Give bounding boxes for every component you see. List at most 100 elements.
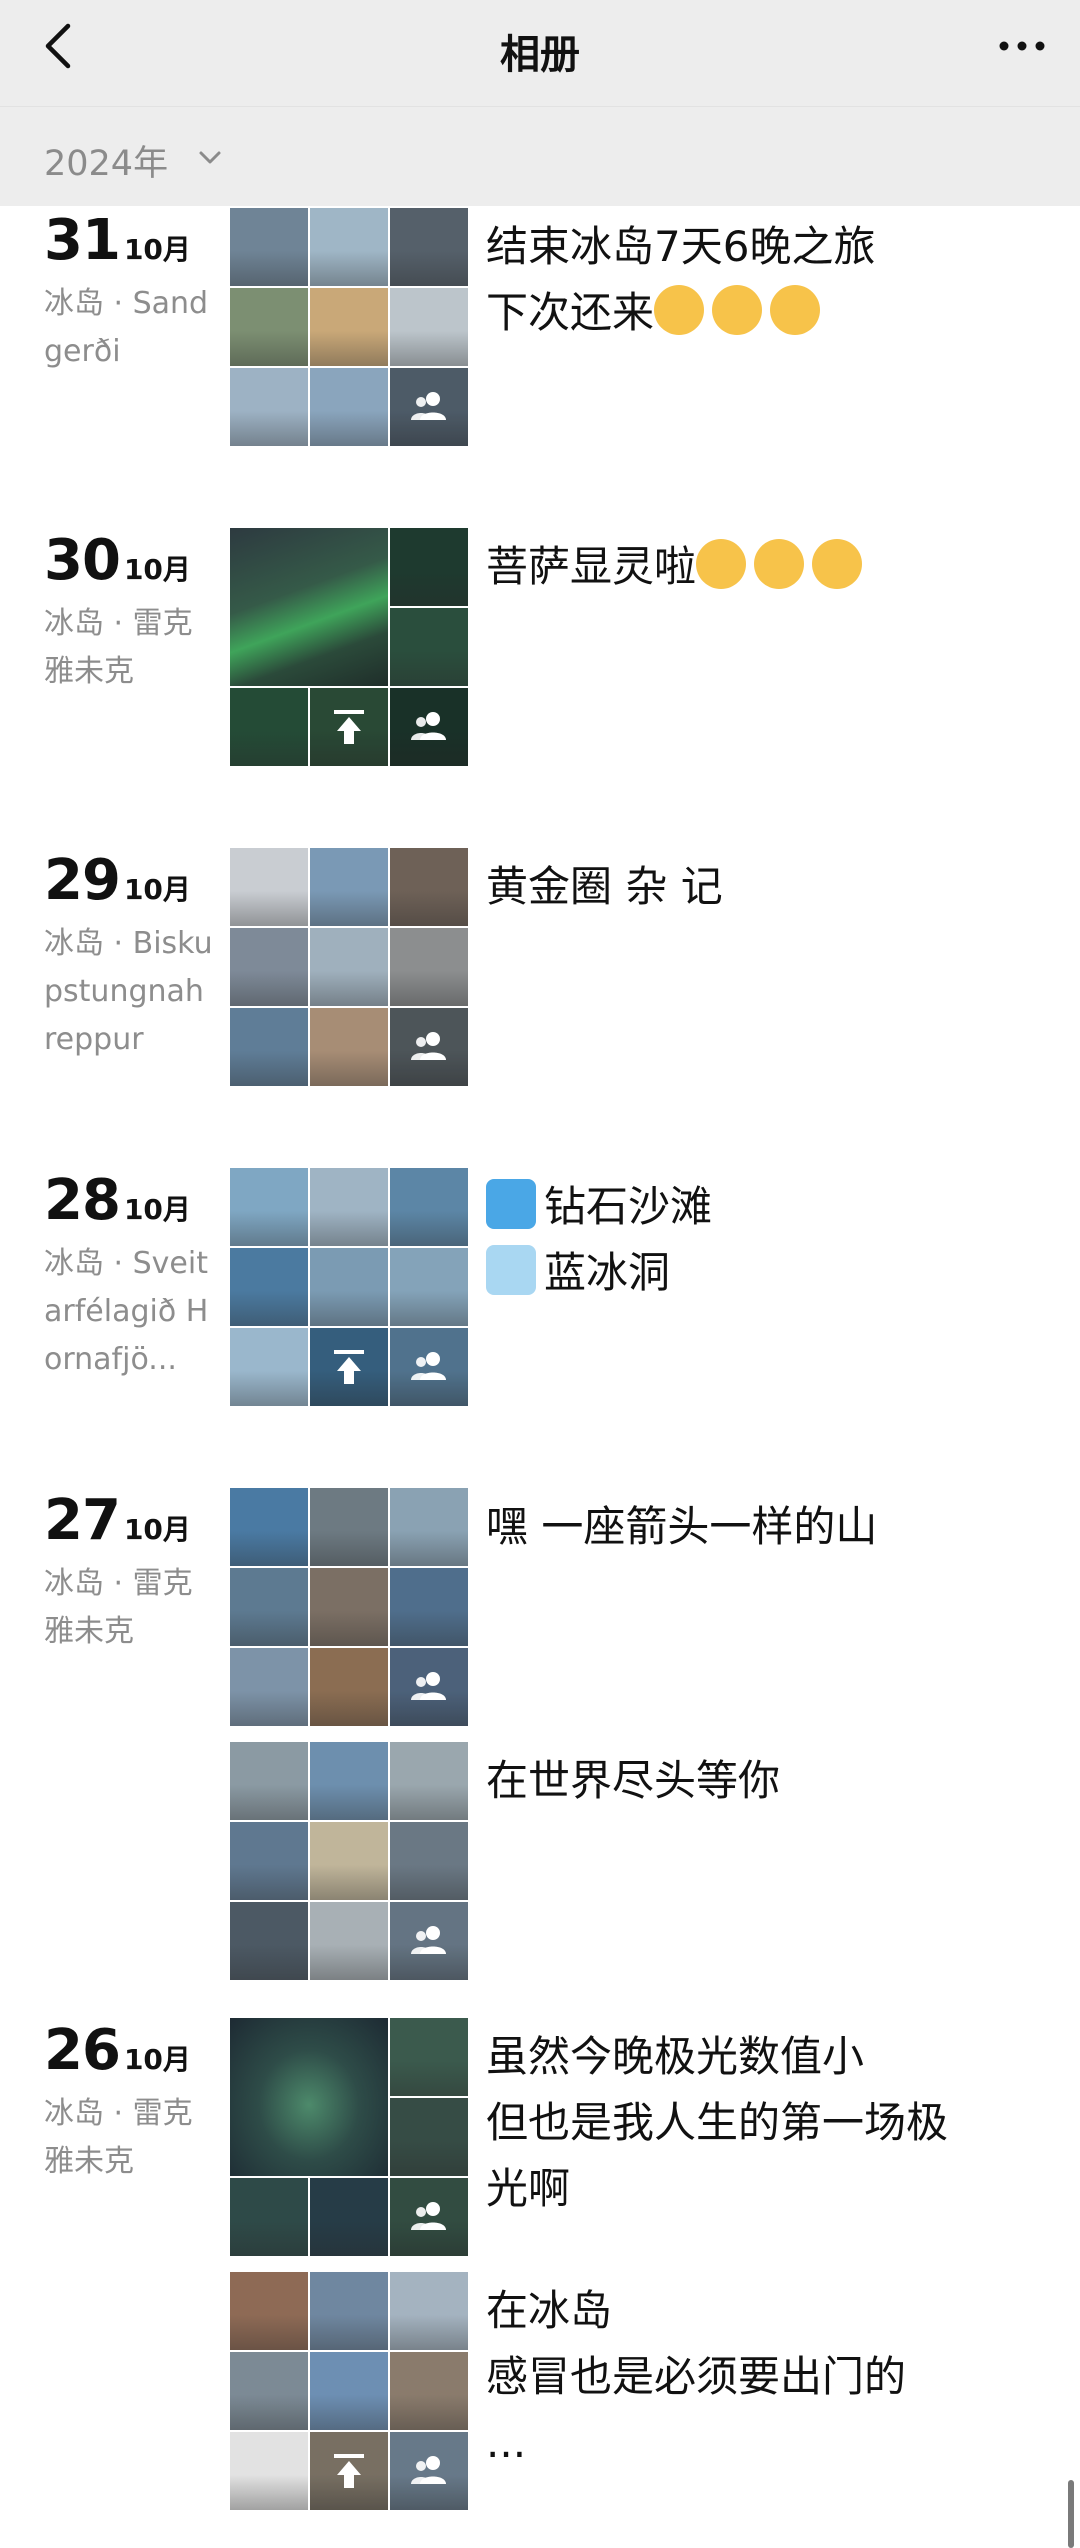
photo-thumbnail[interactable] xyxy=(390,2098,468,2176)
photo-thumbnail[interactable] xyxy=(310,2272,388,2350)
photo-thumbnail[interactable] xyxy=(310,848,388,926)
photo-thumbnail[interactable] xyxy=(390,2178,468,2256)
photo-thumbnail[interactable] xyxy=(230,528,388,686)
more-button[interactable] xyxy=(992,18,1052,74)
photo-thumbnail[interactable] xyxy=(230,1902,308,1980)
photo-thumbnail[interactable] xyxy=(310,2432,388,2510)
year-filter-bar[interactable]: 2024年 xyxy=(0,106,1080,206)
entry-date: 26 10月 xyxy=(44,2018,191,2083)
year-filter-label[interactable]: 2024年 xyxy=(44,135,168,186)
photo-thumbnail[interactable] xyxy=(230,1648,308,1726)
photo-thumbnail[interactable] xyxy=(310,688,388,766)
photo-thumbnail[interactable] xyxy=(390,1488,468,1566)
photo-thumbnail[interactable] xyxy=(230,368,308,446)
photo-thumbnail[interactable] xyxy=(390,688,468,766)
entry-location: 冰岛 · 雷克雅未克 xyxy=(44,1566,193,1649)
page-title: 相册 xyxy=(500,32,580,78)
photo-thumbnail[interactable] xyxy=(230,1328,308,1406)
photo-thumbnail[interactable] xyxy=(310,1648,388,1726)
photo-thumbnail[interactable] xyxy=(390,1568,468,1646)
post-caption[interactable]: 在冰岛 感冒也是必须要出门的... xyxy=(486,2278,1006,2476)
photo-thumbnail[interactable] xyxy=(230,2178,308,2256)
post-caption[interactable]: 在世界尽头等你 xyxy=(486,1748,1006,1814)
photo-thumbnail[interactable] xyxy=(310,1568,388,1646)
photo-thumbnail[interactable] xyxy=(310,208,388,286)
photo-thumbnail[interactable] xyxy=(230,1822,308,1900)
photo-thumbnail[interactable] xyxy=(230,2432,308,2510)
photo-thumbnail[interactable] xyxy=(390,2352,468,2430)
group-badge xyxy=(390,1648,468,1726)
group-badge xyxy=(390,1328,468,1406)
photo-thumbnail[interactable] xyxy=(390,368,468,446)
photo-thumbnail[interactable] xyxy=(230,928,308,1006)
photo-thumbnail[interactable] xyxy=(310,1248,388,1326)
chevron-down-icon[interactable] xyxy=(196,143,224,171)
photo-thumbnail[interactable] xyxy=(230,848,308,926)
photo-thumbnail[interactable] xyxy=(310,2178,388,2256)
photo-thumbnail[interactable] xyxy=(390,608,468,686)
photo-thumbnail[interactable] xyxy=(390,1008,468,1086)
photo-thumbnail[interactable] xyxy=(230,288,308,366)
photo-grid[interactable] xyxy=(230,528,468,766)
scrollbar-thumb[interactable] xyxy=(1068,2480,1074,2548)
photo-thumbnail[interactable] xyxy=(230,2352,308,2430)
photo-thumbnail[interactable] xyxy=(230,1488,308,1566)
photo-thumbnail[interactable] xyxy=(230,1568,308,1646)
post-caption[interactable]: 虽然今晚极光数值小 但也是我人生的第一场极 光啊 xyxy=(486,2024,1006,2222)
caption-line: ... xyxy=(486,2418,527,2467)
photo-thumbnail[interactable] xyxy=(390,1168,468,1246)
photo-thumbnail[interactable] xyxy=(390,1648,468,1726)
group-badge xyxy=(390,2432,468,2510)
photo-thumbnail[interactable] xyxy=(310,368,388,446)
photo-thumbnail[interactable] xyxy=(390,2018,468,2096)
photo-thumbnail[interactable] xyxy=(390,1248,468,1326)
photo-grid[interactable] xyxy=(230,2018,468,2256)
photo-thumbnail[interactable] xyxy=(310,1822,388,1900)
post-caption[interactable]: 菩萨显灵啦 xyxy=(486,534,1006,600)
entry-date: 30 10月 xyxy=(44,528,191,593)
photo-thumbnail[interactable] xyxy=(230,1008,308,1086)
photo-thumbnail[interactable] xyxy=(230,1248,308,1326)
photo-thumbnail[interactable] xyxy=(390,1902,468,1980)
photo-grid[interactable] xyxy=(230,1742,468,1980)
photo-thumbnail[interactable] xyxy=(310,1008,388,1086)
photo-thumbnail[interactable] xyxy=(310,1168,388,1246)
photo-thumbnail[interactable] xyxy=(390,1822,468,1900)
post-caption[interactable]: 嘿 一座箭头一样的山 xyxy=(486,1494,1006,1560)
photo-thumbnail[interactable] xyxy=(310,1742,388,1820)
photo-thumbnail[interactable] xyxy=(230,1168,308,1246)
photo-thumbnail[interactable] xyxy=(310,288,388,366)
photo-grid[interactable] xyxy=(230,848,468,1086)
photo-thumbnail[interactable] xyxy=(310,2352,388,2430)
caption-line: 光啊 xyxy=(486,2164,571,2213)
photo-thumbnail[interactable] xyxy=(390,1742,468,1820)
photo-thumbnail[interactable] xyxy=(230,2018,388,2176)
photo-thumbnail[interactable] xyxy=(310,928,388,1006)
photo-thumbnail[interactable] xyxy=(390,848,468,926)
group-badge xyxy=(390,1902,468,1980)
photo-thumbnail[interactable] xyxy=(390,1328,468,1406)
photo-thumbnail[interactable] xyxy=(230,1742,308,1820)
post-caption[interactable]: 结束冰岛7天6晚之旅 下次还来 xyxy=(486,214,1006,346)
photo-grid[interactable] xyxy=(230,1168,468,1406)
entry-location: 冰岛 · 雷克雅未克 xyxy=(44,2096,193,2179)
photo-thumbnail[interactable] xyxy=(230,688,308,766)
photo-grid[interactable] xyxy=(230,1488,468,1726)
photo-thumbnail[interactable] xyxy=(390,928,468,1006)
photo-thumbnail[interactable] xyxy=(390,2432,468,2510)
photo-grid[interactable] xyxy=(230,2272,468,2510)
photo-thumbnail[interactable] xyxy=(390,2272,468,2350)
photo-thumbnail[interactable] xyxy=(390,208,468,286)
photo-thumbnail[interactable] xyxy=(230,208,308,286)
photo-thumbnail[interactable] xyxy=(310,1328,388,1406)
entry-month: 10月 xyxy=(123,1513,191,1546)
photo-thumbnail[interactable] xyxy=(310,1902,388,1980)
post-caption[interactable]: 黄金圈 杂 记 xyxy=(486,854,1006,920)
people-icon xyxy=(411,1352,446,1380)
photo-grid[interactable] xyxy=(230,208,468,446)
photo-thumbnail[interactable] xyxy=(230,2272,308,2350)
photo-thumbnail[interactable] xyxy=(390,288,468,366)
photo-thumbnail[interactable] xyxy=(310,1488,388,1566)
photo-thumbnail[interactable] xyxy=(390,528,468,606)
post-caption[interactable]: 钻石沙滩 蓝冰洞 xyxy=(486,1174,1006,1306)
